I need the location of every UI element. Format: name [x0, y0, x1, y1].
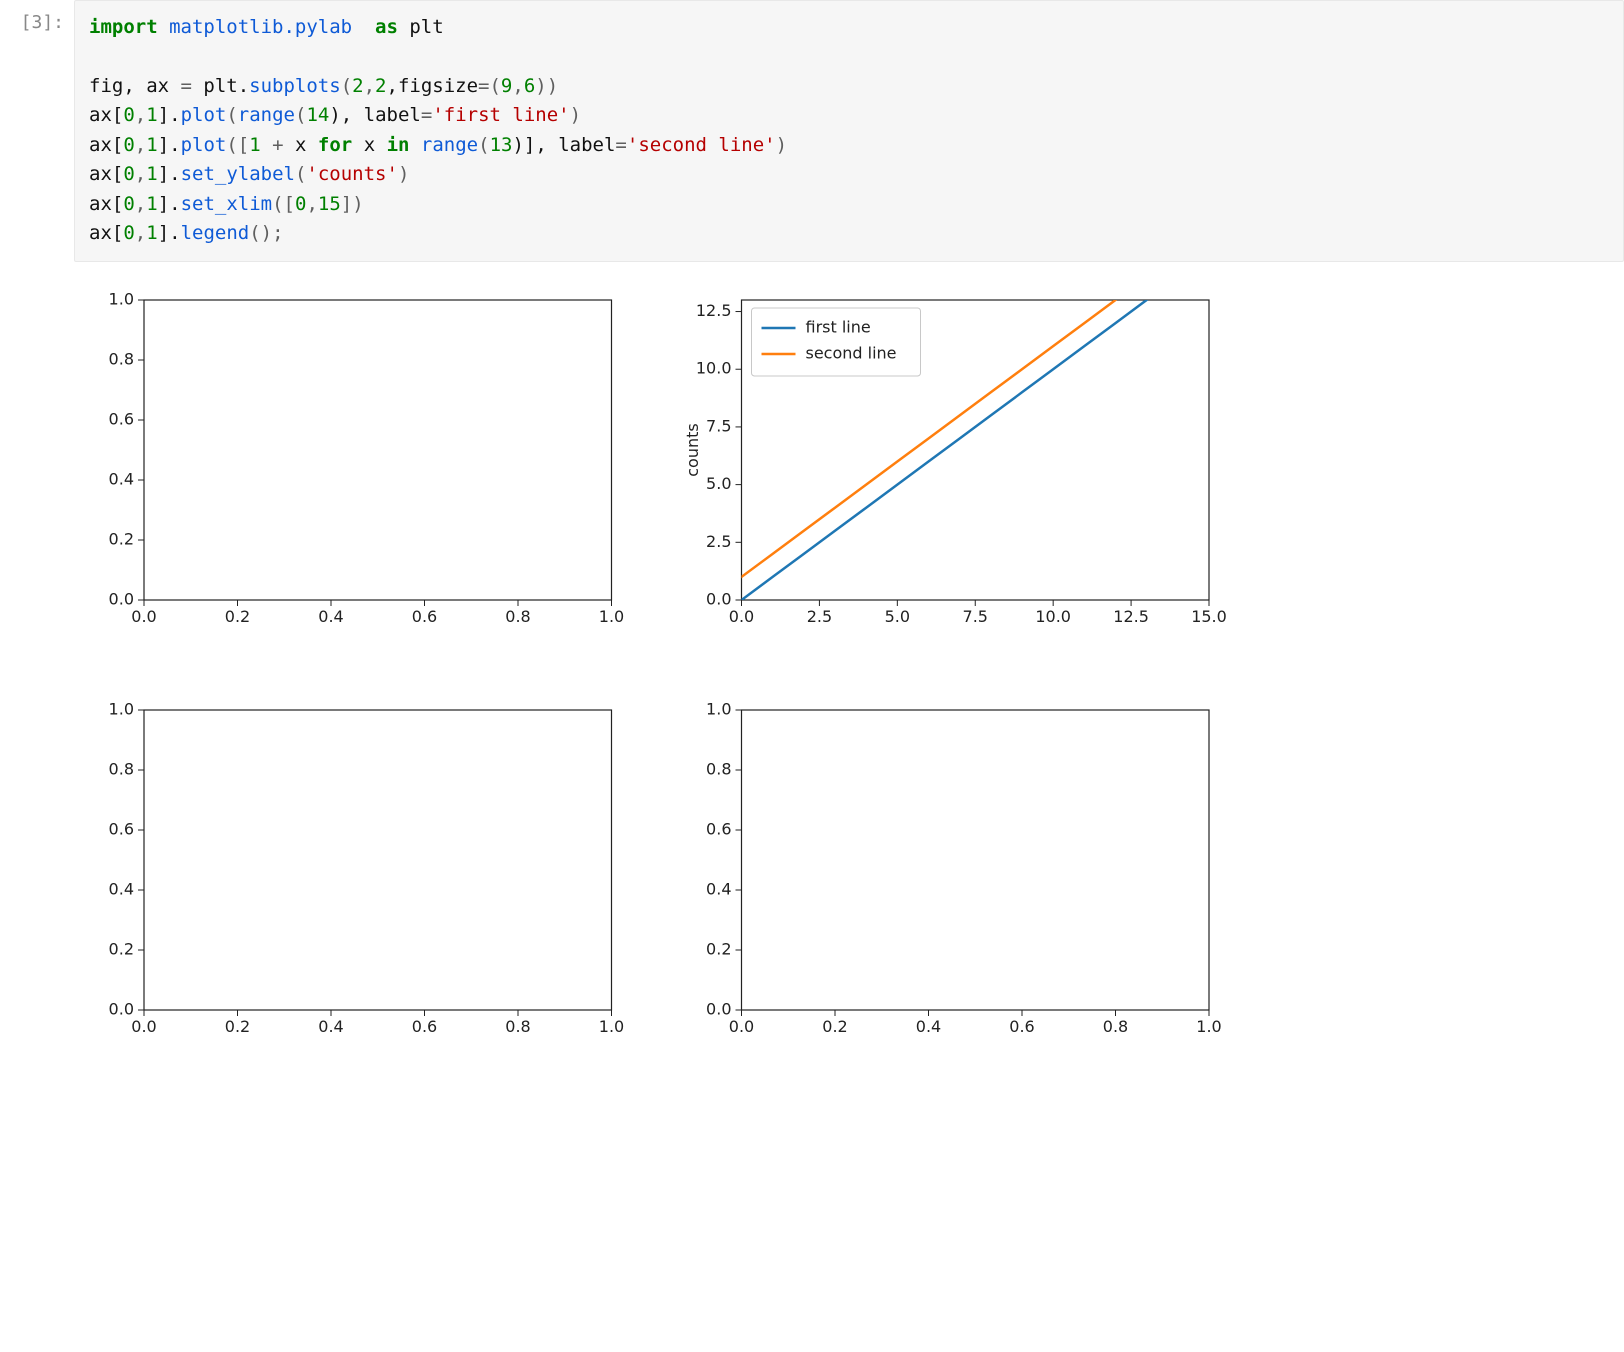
- notebook-cell: [3]: import matplotlib.pylab as plt fig,…: [0, 0, 1624, 270]
- xtick-label: 5.0: [885, 607, 910, 626]
- xtick-label: 0.0: [131, 1017, 156, 1036]
- ytick-label: 2.5: [706, 531, 731, 550]
- xtick-label: 2.5: [807, 607, 832, 626]
- xtick-label: 0.0: [729, 607, 754, 626]
- ytick-label: 0.4: [109, 879, 134, 898]
- xtick-label: 0.8: [505, 607, 530, 626]
- ytick-label: 0.6: [109, 819, 134, 838]
- ytick-label: 0.2: [109, 939, 134, 958]
- xtick-label: 0.6: [412, 1017, 437, 1036]
- subplot-0-0: 0.0 0.2 0.4 0.6 0.8 1.0 0.0 0.2 0.4 0.6 0.8 1.0: [109, 289, 625, 626]
- ytick-label: 0.6: [109, 409, 134, 428]
- ytick-label: 0.4: [706, 879, 731, 898]
- xtick-label: 0.2: [225, 1017, 250, 1036]
- xtick-label: 0.6: [412, 607, 437, 626]
- ytick-label: 0.0: [706, 999, 731, 1018]
- xtick-label: 10.0: [1035, 607, 1071, 626]
- xtick-label: 15.0: [1191, 607, 1227, 626]
- ytick-label: 0.2: [109, 529, 134, 548]
- xtick-label: 0.8: [505, 1017, 530, 1036]
- subplot-1-0: 0.0 0.2 0.4 0.6 0.8 1.0 0.0 0.2 0.4 0.6 0.8 1.0: [109, 699, 625, 1036]
- output-area: 0.0 0.2 0.4 0.6 0.8 1.0 0.0 0.2 0.4 0.6 0.8 1.0 0.0 2…: [74, 270, 1624, 1050]
- ytick-label: 0.2: [706, 939, 731, 958]
- xtick-label: 1.0: [599, 607, 624, 626]
- ytick-label: 7.5: [706, 416, 731, 435]
- legend: first line second line: [752, 308, 921, 376]
- ytick-label: 0.8: [109, 349, 134, 368]
- ytick-label: 0.0: [109, 589, 134, 608]
- xtick-label: 0.4: [916, 1017, 941, 1036]
- ytick-label: 0.6: [706, 819, 731, 838]
- subplot-1-1: 0.0 0.2 0.4 0.6 0.8 1.0 0.0 0.2 0.4 0.6 0.8 1.0: [706, 699, 1222, 1036]
- code-input[interactable]: import matplotlib.pylab as plt fig, ax =…: [74, 0, 1624, 262]
- ytick-label: 0.0: [109, 999, 134, 1018]
- legend-label: first line: [806, 317, 871, 336]
- ytick-label: 10.0: [696, 358, 732, 377]
- ytick-label: 5.0: [706, 474, 731, 493]
- axes-frame: [144, 300, 612, 600]
- ytick-label: 0.4: [109, 469, 134, 488]
- ytick-label: 0.0: [706, 589, 731, 608]
- xtick-label: 1.0: [599, 1017, 624, 1036]
- xtick-label: 0.6: [1009, 1017, 1034, 1036]
- input-prompt: [3]:: [0, 0, 74, 33]
- xtick-label: 0.2: [822, 1017, 847, 1036]
- ylabel: counts: [683, 423, 702, 476]
- xtick-label: 0.8: [1103, 1017, 1128, 1036]
- xtick-label: 0.4: [318, 1017, 343, 1036]
- ytick-label: 1.0: [109, 289, 134, 308]
- axes-frame: [742, 710, 1210, 1010]
- legend-label: second line: [806, 343, 897, 362]
- xtick-label: 12.5: [1113, 607, 1149, 626]
- ytick-label: 1.0: [706, 699, 731, 718]
- ytick-label: 0.8: [109, 759, 134, 778]
- xtick-label: 7.5: [963, 607, 988, 626]
- xtick-label: 0.4: [318, 607, 343, 626]
- ytick-label: 1.0: [109, 699, 134, 718]
- xtick-label: 0.0: [131, 607, 156, 626]
- ytick-label: 12.5: [696, 301, 732, 320]
- xtick-label: 0.2: [225, 607, 250, 626]
- xtick-label: 0.0: [729, 1017, 754, 1036]
- subplot-0-1: 0.0 2.5 5.0 7.5 10.0 12.5 15.0 0.0 2.5 5.0 7.5 10.0…: [683, 300, 1227, 626]
- ytick-label: 0.8: [706, 759, 731, 778]
- matplotlib-figure: 0.0 0.2 0.4 0.6 0.8 1.0 0.0 0.2 0.4 0.6 0.8 1.0 0.0 2…: [74, 280, 1229, 1050]
- axes-frame: [144, 710, 612, 1010]
- xtick-label: 1.0: [1196, 1017, 1221, 1036]
